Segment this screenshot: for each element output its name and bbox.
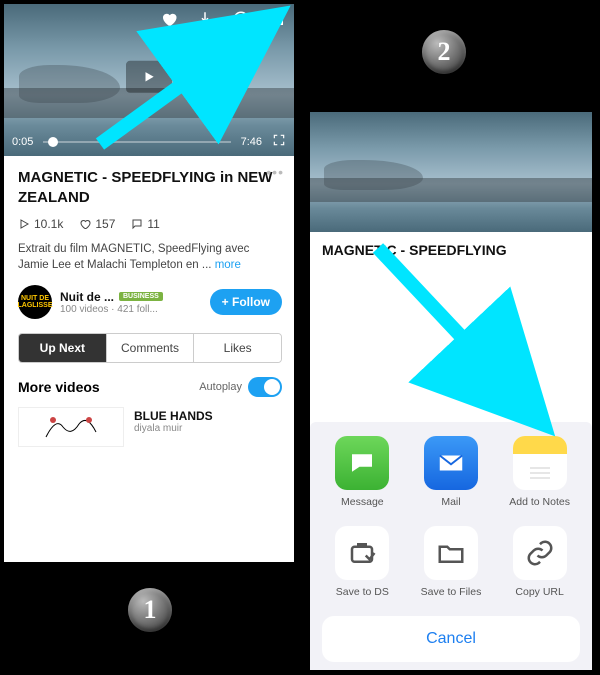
channel-name[interactable]: Nuit de ... (60, 290, 114, 304)
notes-icon (513, 436, 567, 490)
current-time: 0:05 (12, 136, 33, 148)
play-count: 10.1k (18, 217, 63, 231)
fullscreen-icon[interactable] (272, 133, 286, 150)
video-player[interactable]: 0:05 7:46 (4, 4, 294, 156)
thumb-title: BLUE HANDS (134, 409, 213, 423)
like-count: 157 (79, 217, 115, 231)
clock-icon[interactable] (232, 10, 250, 33)
video-stats: 10.1k 157 11 (18, 217, 282, 231)
autoplay-toggle[interactable] (248, 377, 282, 397)
share-save-ds[interactable]: Save to DS (320, 526, 404, 598)
top-action-bar (160, 10, 286, 33)
channel-meta: 100 videos · 421 foll... (60, 304, 202, 315)
save-ds-icon (335, 526, 389, 580)
video-scrubber[interactable]: 0:05 7:46 (4, 129, 294, 156)
autoplay-label: Autoplay (199, 381, 242, 393)
more-link[interactable]: more (215, 259, 241, 271)
list-item[interactable]: BLUE HANDS diyala muir (18, 407, 282, 447)
tab-upnext[interactable]: Up Next (19, 334, 107, 362)
video-details: MAGNETIC - SPEEDFLYING in NEW ZEALAND 10… (4, 156, 294, 455)
share-icon[interactable] (268, 10, 286, 33)
step-badge-2: 2 (422, 30, 466, 74)
share-message[interactable]: Message (320, 436, 404, 508)
avatar[interactable]: NUIT DE LAGLISSE (18, 285, 52, 319)
share-copy-url[interactable]: Copy URL (498, 526, 582, 598)
download-icon[interactable] (196, 10, 214, 33)
video-title-bg: MAGNETIC - SPEEDFLYING (310, 232, 592, 258)
tab-comments[interactable]: Comments (107, 334, 195, 362)
play-button[interactable] (126, 61, 172, 93)
business-badge: BUSINESS (119, 292, 163, 301)
share-mail[interactable]: Mail (409, 436, 493, 508)
more-videos-heading: More videos (18, 379, 100, 395)
channel-row: NUIT DE LAGLISSE Nuit de ... BUSINESS 100… (18, 285, 282, 319)
share-notes[interactable]: Add to Notes (498, 436, 582, 508)
tabs: Up Next Comments Likes (18, 333, 282, 363)
video-title: MAGNETIC - SPEEDFLYING in NEW ZEALAND (18, 168, 282, 207)
link-icon (513, 526, 567, 580)
share-sheet: Message Mail Add to Notes Save to DS Sav… (310, 422, 592, 670)
panel-step-2: MAGNETIC - SPEEDFLYING More videos Autop… (310, 112, 592, 670)
heart-icon[interactable] (160, 10, 178, 33)
message-icon (335, 436, 389, 490)
cancel-button[interactable]: Cancel (322, 616, 580, 662)
step-badge-1: 1 (128, 588, 172, 632)
comment-count: 11 (131, 217, 159, 231)
files-icon (424, 526, 478, 580)
video-description: Extrait du film MAGNETIC, SpeedFlying av… (18, 241, 282, 273)
thumb-author: diyala muir (134, 423, 213, 434)
duration: 7:46 (241, 136, 262, 148)
video-thumbnail (18, 407, 124, 447)
follow-button[interactable]: + Follow (210, 289, 282, 315)
panel-step-1: 0:05 7:46 ••• MAGNETIC - SPEEDFLYING in … (4, 4, 294, 562)
share-save-files[interactable]: Save to Files (409, 526, 493, 598)
more-options-icon[interactable]: ••• (266, 164, 284, 180)
video-player-bg (310, 112, 592, 232)
tab-likes[interactable]: Likes (194, 334, 281, 362)
mail-icon (424, 436, 478, 490)
